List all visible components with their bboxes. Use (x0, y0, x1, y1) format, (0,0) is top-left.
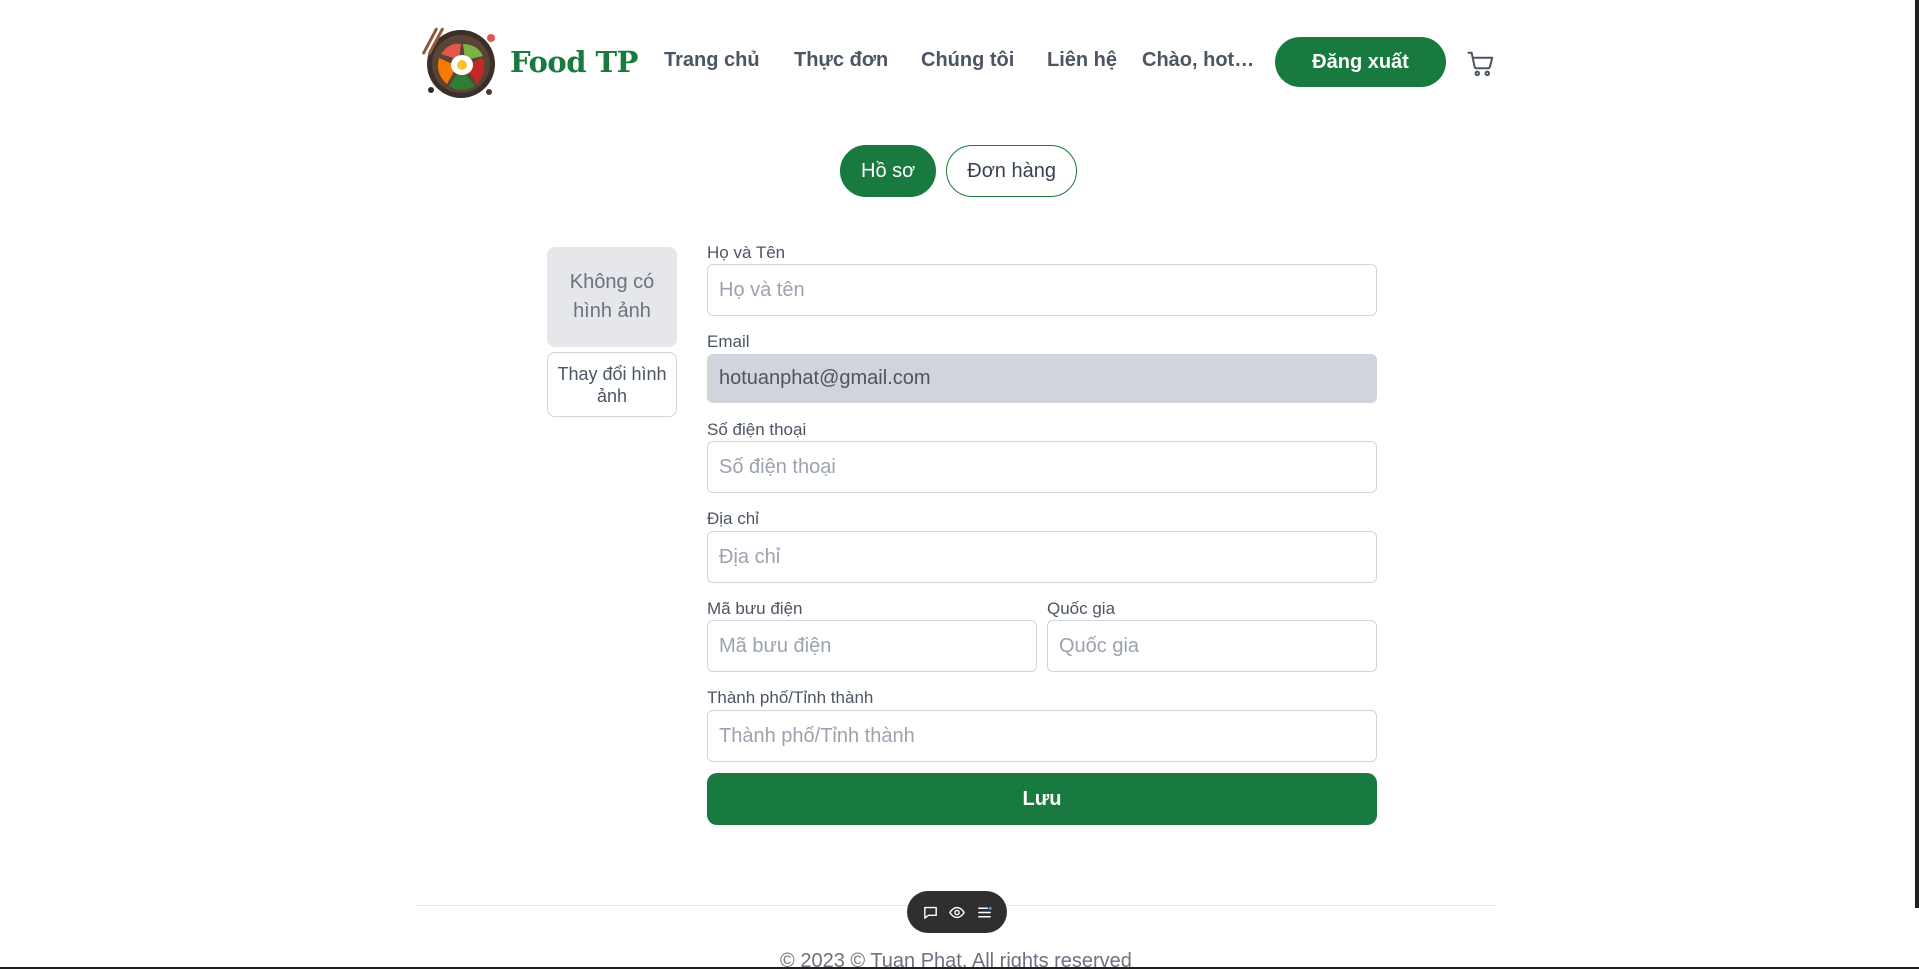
phone-label: Số điện thoại (707, 420, 807, 439)
user-greeting[interactable]: Chào, hotuanphat (1142, 49, 1259, 72)
nav-home[interactable]: Trang chủ (664, 49, 760, 72)
brand-name[interactable]: Food TP (510, 45, 638, 79)
shopping-cart-icon[interactable] (1466, 49, 1496, 79)
nav-about[interactable]: Chúng tôi (921, 49, 1014, 72)
address-input[interactable] (707, 531, 1377, 583)
food-bowl-logo-icon (422, 27, 495, 98)
nav-menu[interactable]: Thực đơn (794, 49, 888, 72)
chat-bubble-icon[interactable] (920, 902, 940, 922)
city-label: Thành phố/Tỉnh thành (707, 688, 874, 707)
email-input[interactable] (707, 354, 1377, 403)
avatar-placeholder: Không có hình ảnh (547, 247, 677, 347)
country-input[interactable] (1047, 620, 1377, 672)
logout-button[interactable]: Đăng xuất (1275, 37, 1446, 87)
change-image-button[interactable]: Thay đổi hình ảnh (547, 352, 677, 417)
floating-toolbar (907, 891, 1007, 933)
logo[interactable]: Food TP (421, 24, 638, 100)
nav-contact[interactable]: Liên hệ (1047, 49, 1117, 72)
full-name-input[interactable] (707, 264, 1377, 316)
profile-tabs: Hồ sơ Đơn hàng (840, 145, 1077, 197)
city-input[interactable] (707, 710, 1377, 762)
list-icon[interactable] (974, 902, 994, 922)
email-label: Email (707, 332, 750, 351)
site-header: Food TP Trang chủ Thực đơn Chúng tôi Liê… (416, 22, 1496, 102)
phone-input[interactable] (707, 441, 1377, 493)
country-label: Quốc gia (1047, 599, 1116, 618)
address-label: Địa chỉ (707, 509, 759, 528)
window-right-edge (1915, 0, 1919, 908)
full-name-label: Họ và Tên (707, 243, 786, 262)
save-button[interactable]: Lưu (707, 773, 1377, 825)
tab-orders[interactable]: Đơn hàng (946, 145, 1077, 197)
postal-code-label: Mã bưu điện (707, 599, 803, 618)
eye-icon[interactable] (947, 902, 967, 922)
postal-code-input[interactable] (707, 620, 1037, 672)
tab-profile[interactable]: Hồ sơ (840, 145, 937, 197)
